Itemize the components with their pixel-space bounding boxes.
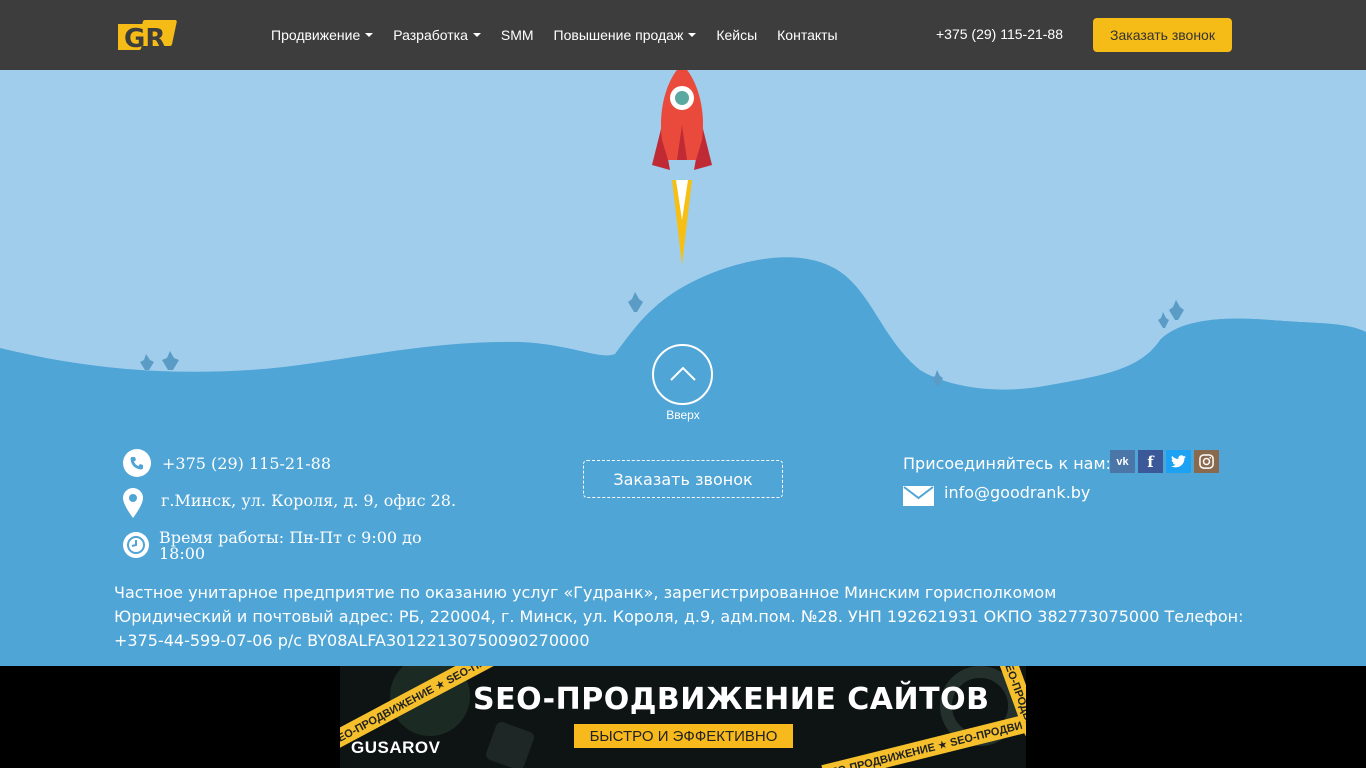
footer-phone[interactable]: +375 (29) 115-21-88	[162, 454, 331, 473]
caret-down-icon	[688, 33, 697, 37]
nav-label: Продвижение	[271, 27, 361, 43]
nav-item-contacts[interactable]: Контакты	[777, 27, 837, 43]
clock-icon	[123, 532, 149, 558]
footer-email-row: info@goodrank.by	[903, 483, 1090, 506]
ad-banner[interactable]: SEO-ПРОДВИЖЕНИЕ ★ SEO-ПРОДВИЖЕНИЕ ★ SEO-…	[340, 666, 1026, 768]
instagram-icon[interactable]	[1194, 450, 1219, 473]
nav-item-promotion[interactable]: Продвижение	[271, 27, 374, 43]
nav-label: Контакты	[777, 27, 838, 43]
caret-down-icon	[365, 33, 374, 37]
nav-label: Кейсы	[716, 27, 758, 43]
nav-label: SMM	[500, 27, 534, 43]
footer-phone-row: +375 (29) 115-21-88	[123, 449, 331, 477]
social-join-label: Присоединяйтесь к нам:	[903, 454, 1111, 473]
facebook-icon[interactable]: f	[1138, 450, 1163, 473]
order-call-button[interactable]: Заказать звонок	[583, 460, 783, 498]
banner-subtitle: БЫСТРО И ЭФФЕКТИВНО	[574, 724, 793, 748]
nav-item-sales[interactable]: Повышение продаж	[554, 27, 697, 43]
footer-hours-line2: 18:00	[159, 544, 206, 563]
nav-item-cases[interactable]: Кейсы	[716, 27, 757, 43]
caret-down-icon	[472, 33, 481, 37]
nav-item-smm[interactable]: SMM	[501, 27, 534, 43]
banner-brand: GUSAROV	[351, 738, 441, 757]
phone-icon	[123, 449, 151, 477]
chevron-up-icon	[670, 366, 696, 381]
scroll-top-button[interactable]	[652, 344, 713, 405]
site-header: GR Продвижение Разработка SMM Повышение …	[0, 0, 1366, 70]
footer-hours: Время работы: Пн-Пт с 9:00 до 18:00	[159, 530, 422, 562]
legal-line: Частное унитарное предприятие по оказани…	[114, 583, 1057, 602]
header-phone[interactable]: +375 (29) 115-21-88	[936, 26, 1063, 42]
footer-address-row: г.Минск, ул. Короля, д. 9, офис 28.	[123, 488, 456, 518]
legal-line: Юридический и почтовый адрес: РБ, 220004…	[114, 607, 1244, 650]
logo-icon: GR	[111, 20, 177, 54]
scroll-top-label: Вверх	[666, 408, 700, 422]
logo[interactable]: GR	[111, 16, 180, 54]
twitter-icon[interactable]	[1166, 450, 1191, 473]
banner-title: SEO-ПРОДВИЖЕНИЕ САЙТОВ	[473, 682, 990, 717]
call-request-button[interactable]: Заказать звонок	[1093, 18, 1232, 52]
footer-hero: Вверх +375 (29) 115-21-88 г.Минск, ул. К…	[0, 70, 1366, 666]
mail-icon	[903, 486, 934, 506]
nav-label: Разработка	[393, 27, 468, 43]
legal-info: Частное унитарное предприятие по оказани…	[114, 581, 1264, 653]
footer-email[interactable]: info@goodrank.by	[944, 483, 1090, 502]
footer-hours-row: Время работы: Пн-Пт с 9:00 до 18:00	[123, 530, 422, 562]
vk-icon[interactable]: vk	[1110, 450, 1135, 473]
logo-text: GR	[124, 24, 165, 54]
map-pin-icon	[123, 488, 143, 518]
nav-label: Повышение продаж	[553, 27, 684, 43]
nav-item-development[interactable]: Разработка	[393, 27, 481, 43]
rocket-icon	[652, 70, 712, 265]
main-nav: Продвижение Разработка SMM Повышение про…	[271, 0, 858, 70]
footer-address: г.Минск, ул. Короля, д. 9, офис 28.	[161, 490, 457, 510]
